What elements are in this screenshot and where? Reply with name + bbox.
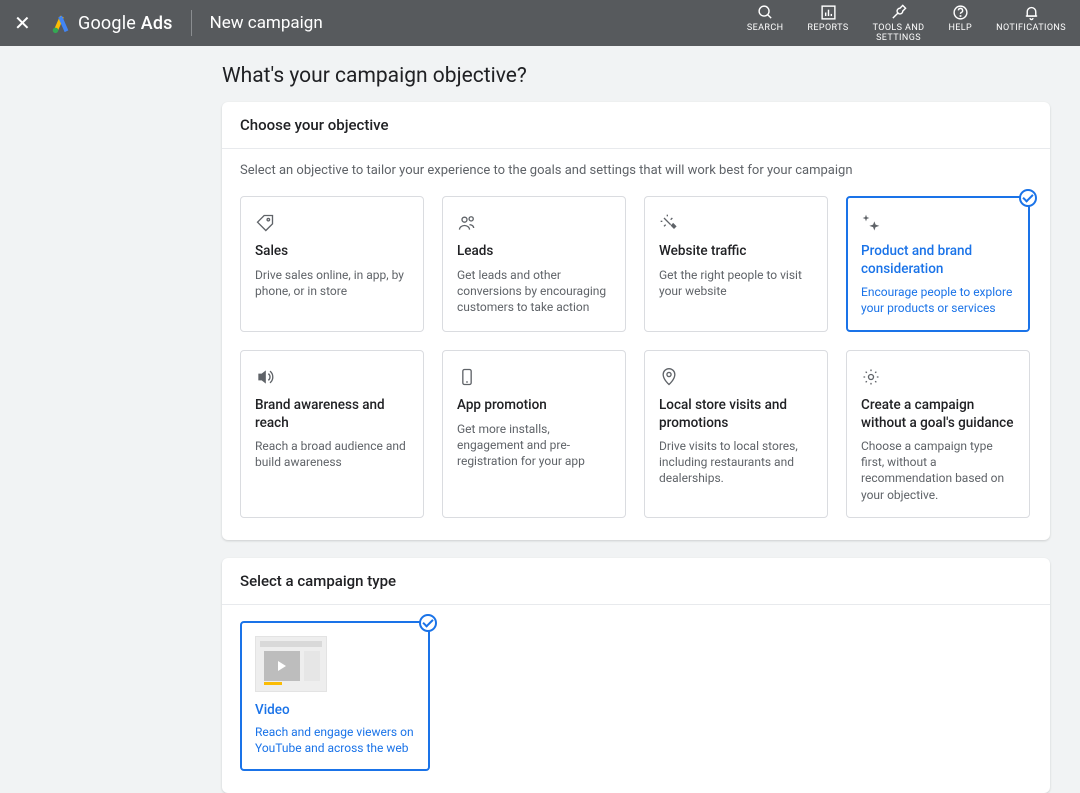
option-desc: Get the right people to visit your websi… bbox=[659, 267, 813, 299]
bell-icon bbox=[1023, 2, 1040, 22]
option-title: App promotion bbox=[457, 397, 611, 415]
product-logo: Google Ads bbox=[50, 12, 173, 34]
product-name: Google Ads bbox=[78, 13, 173, 34]
close-icon[interactable]: ✕ bbox=[14, 11, 38, 35]
objective-option[interactable]: Sales Drive sales online, in app, by phon… bbox=[240, 196, 424, 332]
option-title: Create a campaign without a goal's guida… bbox=[861, 397, 1015, 432]
option-title: Local store visits and promotions bbox=[659, 397, 813, 432]
nav-label: SEARCH bbox=[747, 24, 784, 34]
objective-grid: Sales Drive sales online, in app, by phon… bbox=[222, 186, 1050, 540]
objective-option[interactable]: Leads Get leads and other conversions by … bbox=[442, 196, 626, 332]
option-icon bbox=[659, 213, 813, 235]
option-title: Website traffic bbox=[659, 243, 813, 261]
top-nav: SEARCH REPORTS TOOLS AND SETTINGS HELP N… bbox=[747, 2, 1066, 44]
ads-logo-icon bbox=[50, 12, 72, 34]
video-thumb-icon bbox=[255, 636, 327, 692]
objective-card-title: Choose your objective bbox=[222, 102, 1050, 149]
option-icon bbox=[457, 213, 611, 235]
reports-icon bbox=[820, 2, 837, 22]
option-icon bbox=[659, 367, 813, 389]
nav-help[interactable]: HELP bbox=[948, 2, 972, 44]
option-icon bbox=[255, 213, 409, 235]
option-icon bbox=[861, 213, 1015, 235]
option-desc: Encourage people to explore your product… bbox=[861, 284, 1015, 316]
nav-search[interactable]: SEARCH bbox=[747, 2, 784, 44]
option-title: Product and brand consideration bbox=[861, 243, 1015, 278]
option-desc: Choose a campaign type first, without a … bbox=[861, 438, 1015, 503]
objective-card-subtitle: Select an objective to tailor your exper… bbox=[222, 149, 1050, 186]
nav-tools[interactable]: TOOLS AND SETTINGS bbox=[873, 2, 925, 44]
page-title: New campaign bbox=[210, 13, 323, 33]
nav-label: HELP bbox=[948, 24, 972, 34]
option-desc: Reach and engage viewers on YouTube and … bbox=[255, 724, 415, 756]
option-desc: Drive sales online, in app, by phone, or… bbox=[255, 267, 409, 299]
campaign-type-card-title: Select a campaign type bbox=[222, 558, 1050, 605]
option-desc: Drive visits to local stores, including … bbox=[659, 438, 813, 487]
objective-option[interactable]: App promotion Get more installs, engageme… bbox=[442, 350, 626, 518]
option-icon bbox=[457, 367, 611, 389]
option-desc: Get more installs, engagement and pre-re… bbox=[457, 421, 611, 470]
option-icon bbox=[255, 367, 409, 389]
help-icon bbox=[952, 2, 969, 22]
campaign-type-option[interactable]: Video Reach and engage viewers on YouTube… bbox=[240, 621, 430, 771]
search-icon bbox=[757, 2, 774, 22]
check-icon bbox=[1019, 189, 1037, 207]
campaign-type-card: Select a campaign type Video Reach and en… bbox=[222, 558, 1050, 793]
objective-option[interactable]: Website traffic Get the right people to v… bbox=[644, 196, 828, 332]
nav-notifications[interactable]: NOTIFICATIONS bbox=[996, 2, 1066, 44]
option-icon bbox=[861, 367, 1015, 389]
option-title: Sales bbox=[255, 243, 409, 261]
option-title: Video bbox=[255, 702, 415, 718]
campaign-type-grid: Video Reach and engage viewers on YouTube… bbox=[222, 605, 1050, 793]
nav-label: REPORTS bbox=[807, 24, 848, 34]
option-title: Leads bbox=[457, 243, 611, 261]
tools-icon bbox=[890, 2, 907, 22]
nav-label: NOTIFICATIONS bbox=[996, 24, 1066, 34]
objective-option[interactable]: Local store visits and promotions Drive v… bbox=[644, 350, 828, 518]
nav-reports[interactable]: REPORTS bbox=[807, 2, 848, 44]
option-desc: Get leads and other conversions by encou… bbox=[457, 267, 611, 316]
check-icon bbox=[419, 614, 437, 632]
objective-card: Choose your objective Select an objectiv… bbox=[222, 102, 1050, 540]
nav-label: TOOLS AND SETTINGS bbox=[873, 24, 925, 44]
objective-option[interactable]: Create a campaign without a goal's guida… bbox=[846, 350, 1030, 518]
top-bar: ✕ Google Ads New campaign SEARCH REPORTS… bbox=[0, 0, 1080, 46]
objective-option[interactable]: Product and brand consideration Encourage… bbox=[846, 196, 1030, 332]
main-heading: What's your campaign objective? bbox=[222, 64, 1080, 88]
option-desc: Reach a broad audience and build awarene… bbox=[255, 438, 409, 470]
option-title: Brand awareness and reach bbox=[255, 397, 409, 432]
divider bbox=[191, 10, 192, 36]
objective-option[interactable]: Brand awareness and reach Reach a broad a… bbox=[240, 350, 424, 518]
content-area: What's your campaign objective? Choose y… bbox=[0, 46, 1080, 793]
